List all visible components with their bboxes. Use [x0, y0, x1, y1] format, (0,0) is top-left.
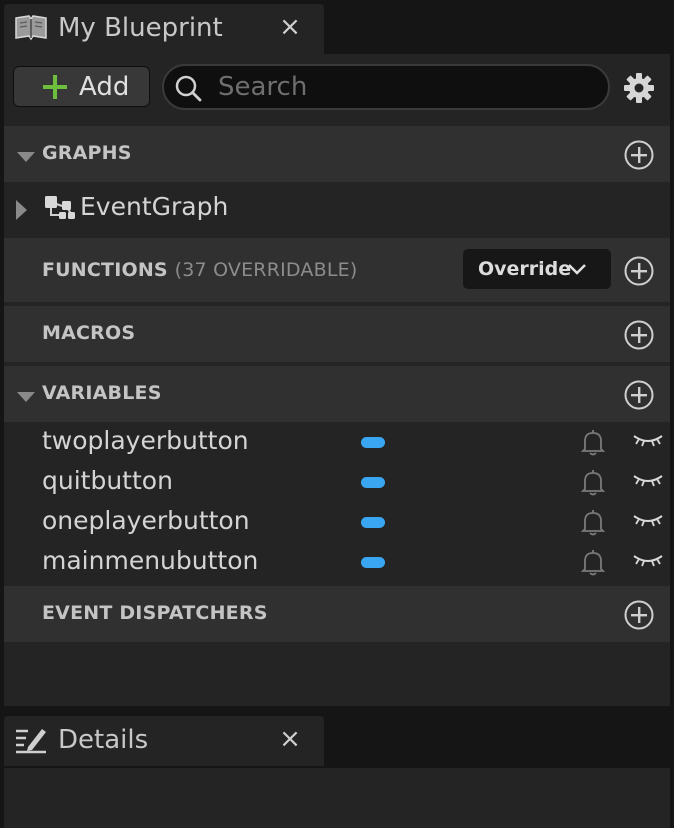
close-icon[interactable]: ×: [278, 724, 302, 754]
bell-icon[interactable]: [580, 549, 606, 581]
functions-overridable-count: (37 OVERRIDABLE): [174, 259, 358, 281]
functions-label: FUNCTIONS (37 OVERRIDABLE): [42, 259, 358, 281]
search-input[interactable]: [216, 68, 590, 106]
event-graph-item[interactable]: EventGraph: [4, 182, 670, 238]
event-dispatchers-label: EVENT DISPATCHERS: [42, 602, 268, 624]
bell-icon[interactable]: [580, 509, 606, 541]
variable-row[interactable]: mainmenubutton: [4, 542, 670, 582]
bell-icon[interactable]: [580, 469, 606, 501]
add-button[interactable]: Add: [13, 66, 150, 107]
variable-type-pill[interactable]: [361, 517, 385, 528]
variable-row[interactable]: twoplayerbutton: [4, 422, 670, 462]
functions-section-header[interactable]: FUNCTIONS (37 OVERRIDABLE) Override: [4, 238, 670, 302]
settings-gear-icon[interactable]: [622, 71, 656, 109]
my-blueprint-tab[interactable]: My Blueprint ×: [4, 4, 324, 54]
close-icon[interactable]: ×: [278, 12, 302, 42]
variable-name: oneplayerbutton: [42, 506, 250, 535]
graphs-section-header[interactable]: GRAPHS: [4, 126, 670, 182]
event-graph-icon: [44, 195, 76, 227]
variable-row[interactable]: oneplayerbutton: [4, 502, 670, 542]
add-graph-icon[interactable]: [623, 139, 655, 175]
variable-name: quitbutton: [42, 466, 173, 495]
variable-row[interactable]: quitbutton: [4, 462, 670, 502]
bell-icon[interactable]: [580, 429, 606, 461]
details-edit-icon: [14, 725, 48, 759]
macros-section-header[interactable]: MACROS: [4, 306, 670, 362]
variable-name: mainmenubutton: [42, 546, 259, 575]
event-dispatchers-section-header[interactable]: EVENT DISPATCHERS: [4, 586, 670, 642]
eye-closed-icon[interactable]: [632, 470, 664, 494]
variable-name: twoplayerbutton: [42, 426, 249, 455]
variable-type-pill[interactable]: [361, 557, 385, 568]
eye-closed-icon[interactable]: [632, 430, 664, 454]
add-label: Add: [79, 72, 130, 102]
search-icon: [174, 74, 202, 106]
chevron-down-icon: [567, 261, 587, 280]
event-graph-label: EventGraph: [80, 192, 229, 221]
plus-icon: [42, 74, 68, 104]
variable-type-pill[interactable]: [361, 437, 385, 448]
blueprint-book-icon: [14, 12, 48, 46]
tab-title: My Blueprint: [58, 13, 223, 43]
add-event-dispatcher-icon[interactable]: [623, 599, 655, 635]
collapse-arrow-icon[interactable]: [16, 148, 36, 167]
override-label: Override: [478, 258, 572, 280]
graphs-label: GRAPHS: [42, 142, 132, 164]
variables-section-header[interactable]: VARIABLES: [4, 366, 670, 422]
add-variable-icon[interactable]: [623, 379, 655, 415]
eye-closed-icon[interactable]: [632, 550, 664, 574]
variable-type-pill[interactable]: [361, 477, 385, 488]
expand-arrow-icon[interactable]: [14, 199, 28, 225]
add-macro-icon[interactable]: [623, 319, 655, 355]
details-panel: [4, 768, 670, 828]
eye-closed-icon[interactable]: [632, 510, 664, 534]
search-box[interactable]: [162, 64, 610, 110]
macros-label: MACROS: [42, 322, 136, 344]
collapse-arrow-icon[interactable]: [16, 388, 36, 407]
override-dropdown[interactable]: Override: [463, 249, 611, 289]
add-function-icon[interactable]: [623, 255, 655, 291]
tab-title: Details: [58, 725, 149, 755]
variables-label: VARIABLES: [42, 382, 162, 404]
details-tab[interactable]: Details ×: [4, 716, 324, 766]
